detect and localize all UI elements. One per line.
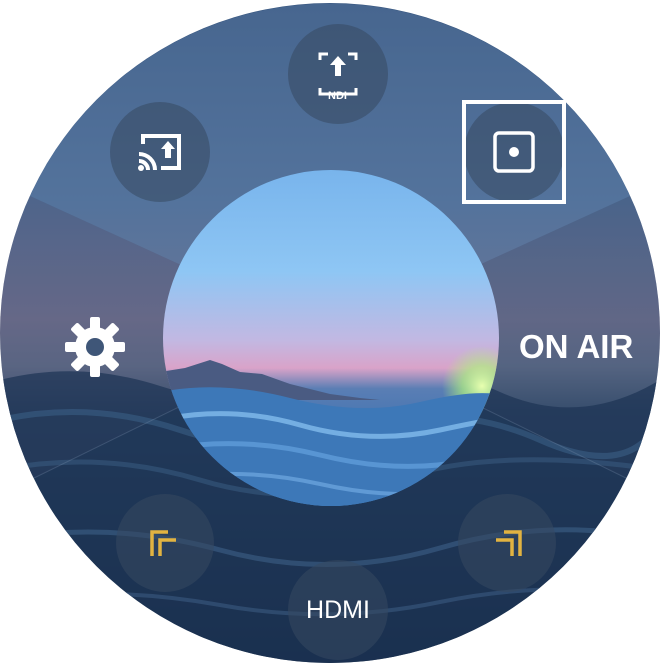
corner-top-right-button[interactable] <box>458 494 556 592</box>
corner-bracket-icon <box>150 530 176 556</box>
cast-button[interactable] <box>110 102 210 202</box>
settings-button[interactable] <box>60 312 130 382</box>
hdmi-button[interactable]: HDMI <box>288 560 388 660</box>
corner-top-left-button[interactable] <box>116 494 214 592</box>
control-dial: NDI ON AIR HDMI <box>0 0 660 666</box>
corner-bracket-icon <box>496 530 522 556</box>
hdmi-label: HDMI <box>306 595 370 624</box>
ndi-badge: NDI <box>328 90 347 102</box>
focus-highlight <box>462 100 566 204</box>
ndi-upload-button[interactable]: NDI <box>288 24 388 124</box>
gear-icon <box>65 317 125 377</box>
cast-icon <box>138 134 181 171</box>
on-air-button[interactable]: ON AIR <box>519 328 633 366</box>
camera-preview[interactable] <box>163 170 499 506</box>
